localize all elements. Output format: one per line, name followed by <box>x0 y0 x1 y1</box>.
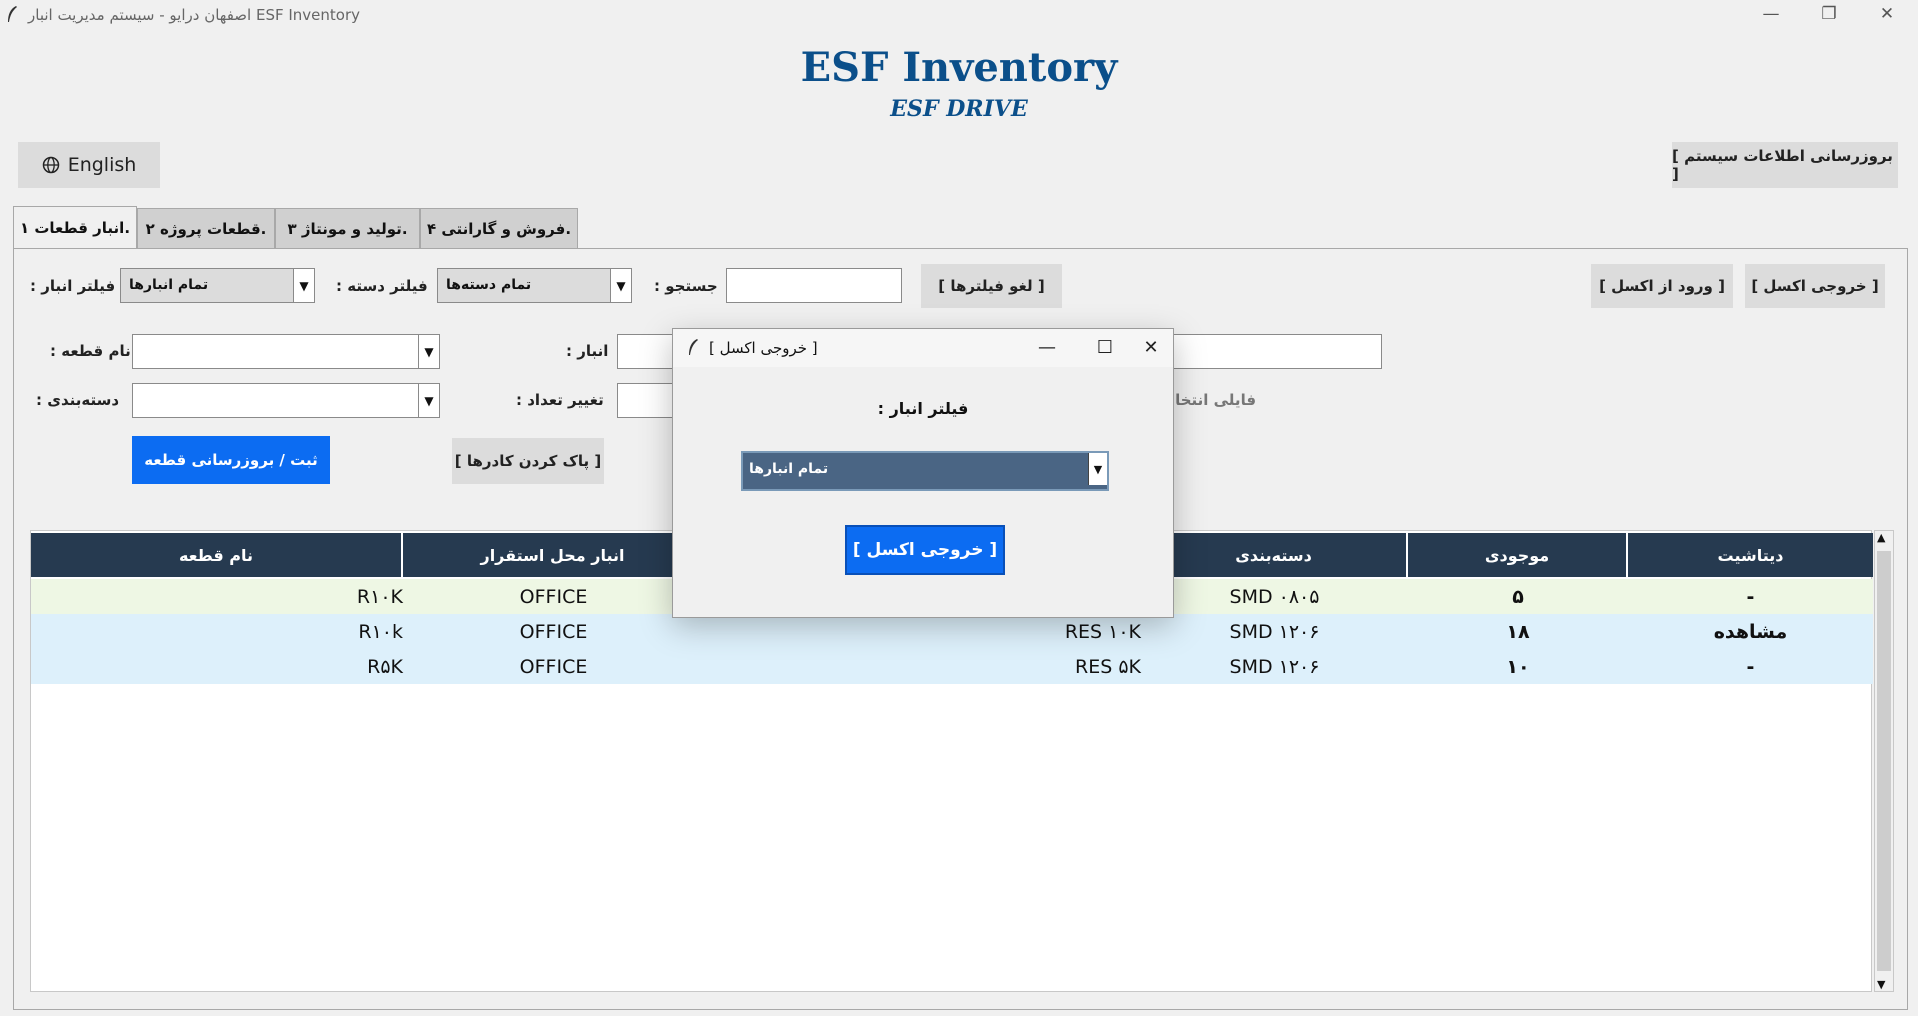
column-header-part-name[interactable]: نام قطعه <box>31 533 403 577</box>
category-filter-combo[interactable]: تمام دسته‌ها ▼ <box>437 268 632 303</box>
file-hint: فایلی انتخاب <box>1160 391 1257 409</box>
datasheet-path-input[interactable] <box>1160 334 1382 369</box>
scroll-up-icon[interactable]: ▲ <box>1877 531 1885 544</box>
part-name-label: : نام قطعه <box>50 342 131 360</box>
cell-name: R۱۰K <box>356 585 403 608</box>
cell-warehouse: OFFICE <box>519 620 588 643</box>
export-excel-dialog: [ خروجی اکسل ] — ☐ ✕ : فیلتر انبار تمام … <box>672 328 1174 618</box>
language-button[interactable]: English <box>18 142 160 188</box>
table-row[interactable]: R۵K OFFICE RES ۵K SMD ۱۲۰۶ ۱۰ - <box>31 649 1873 684</box>
warehouse-filter-combo[interactable]: تمام انبارها ▼ <box>120 268 315 303</box>
column-header-stock[interactable]: موجودی <box>1408 533 1628 577</box>
app-subtitle: ESF DRIVE <box>890 96 1028 122</box>
tab-parts-warehouse[interactable]: انبار قطعات ۱. <box>13 206 137 248</box>
dialog-minimize-button[interactable]: — <box>1027 333 1067 363</box>
dialog-warehouse-value: تمام انبارها <box>749 461 829 477</box>
category-combo[interactable]: ▼ <box>132 383 440 418</box>
chevron-down-icon[interactable]: ▼ <box>418 335 439 368</box>
cell-warehouse: OFFICE <box>519 655 588 678</box>
cell-datasheet[interactable]: - <box>1628 649 1873 684</box>
scroll-down-icon[interactable]: ▼ <box>1877 978 1885 991</box>
cell-stock: ۱۸ <box>1506 620 1530 643</box>
warehouse-filter-value: تمام انبارها <box>129 277 209 293</box>
dialog-close-button[interactable]: ✕ <box>1131 333 1171 363</box>
scroll-thumb[interactable] <box>1877 551 1891 971</box>
tab-project-parts[interactable]: قطعات پروژه ۲. <box>137 208 275 248</box>
close-button[interactable]: ✕ <box>1858 0 1916 30</box>
cell-category: SMD ۱۲۰۶ <box>1229 655 1320 678</box>
clear-filters-button[interactable]: [ لغو فیلترها ] <box>921 264 1062 308</box>
save-update-part-button[interactable]: ثبت / بروزرسانی قطعه <box>132 436 330 484</box>
globe-icon <box>42 156 59 174</box>
table-row[interactable]: R۱۰k OFFICE RES ۱۰K SMD ۱۲۰۶ ۱۸ مشاهده <box>31 614 1873 649</box>
warehouse-filter-label: : فیلتر انبار <box>30 277 116 295</box>
clear-fields-button[interactable]: [ پاک کردن کادرها ] <box>452 438 604 484</box>
warehouse-label: : انبار <box>566 342 609 360</box>
language-button-label: English <box>67 154 137 176</box>
import-excel-button[interactable]: [ ورود از اکسل ] <box>1591 264 1733 308</box>
app-title: ESF Inventory <box>800 44 1118 91</box>
window-title: اصفهان درایو - سیستم مدیریت انبار ESF In… <box>28 6 361 24</box>
cell-stock: ۵ <box>1512 585 1524 608</box>
chevron-down-icon[interactable]: ▼ <box>293 269 314 302</box>
chevron-down-icon[interactable]: ▼ <box>610 269 631 302</box>
search-label: : جستجو <box>654 277 718 295</box>
cell-stock: ۱۰ <box>1506 655 1530 678</box>
cell-category: SMD ۰۸۰۵ <box>1229 585 1320 608</box>
cell-datasheet[interactable]: مشاهده <box>1628 614 1873 649</box>
search-input[interactable] <box>726 268 902 303</box>
restore-button[interactable]: ❐ <box>1800 0 1858 30</box>
warehouse-input[interactable] <box>617 334 677 369</box>
tab-sales-warranty[interactable]: فروش و گارانتی ۴. <box>420 208 578 248</box>
cell-desc: RES ۱۰K <box>1064 620 1141 643</box>
dialog-warehouse-combo[interactable]: تمام انبارها ▼ <box>741 451 1109 491</box>
chevron-down-icon[interactable]: ▼ <box>1088 453 1107 485</box>
part-name-combo[interactable]: ▼ <box>132 334 440 369</box>
column-header-warehouse[interactable]: انبار محل استقرار <box>403 533 704 577</box>
qty-change-label: : تغییر تعداد <box>516 391 604 409</box>
feather-icon <box>689 339 698 355</box>
dialog-title: [ خروجی اکسل ] <box>709 339 818 357</box>
table-scrollbar[interactable]: ▲ ▼ <box>1874 530 1894 992</box>
dialog-titlebar: [ خروجی اکسل ] — ☐ ✕ <box>673 329 1173 367</box>
cell-name: R۵K <box>367 655 403 678</box>
cell-name: R۱۰k <box>358 620 403 643</box>
window-titlebar: اصفهان درایو - سیستم مدیریت انبار ESF In… <box>0 0 1918 30</box>
category-label: : دسته‌بندی <box>36 391 120 409</box>
category-filter-value: تمام دسته‌ها <box>446 277 532 293</box>
dialog-warehouse-filter-label: : فیلتر انبار <box>877 399 969 418</box>
cell-desc: RES ۵K <box>1075 655 1141 678</box>
feather-icon <box>8 6 17 22</box>
refresh-system-button[interactable]: [ بروزرسانی اطلاعات سیستم ] <box>1672 142 1898 188</box>
dialog-maximize-button[interactable]: ☐ <box>1085 333 1125 363</box>
dialog-export-excel-button[interactable]: [ خروجی اکسل ] <box>845 525 1005 575</box>
chevron-down-icon[interactable]: ▼ <box>418 384 439 417</box>
tab-production-assembly[interactable]: تولید و مونتاژ ۳. <box>275 208 420 248</box>
minimize-button[interactable]: — <box>1742 0 1800 30</box>
export-excel-button[interactable]: [ خروجی اکسل ] <box>1745 264 1885 308</box>
column-header-category[interactable]: دسته‌بندی <box>1141 533 1408 577</box>
cell-category: SMD ۱۲۰۶ <box>1229 620 1320 643</box>
column-header-datasheet[interactable]: دیتاشیت <box>1628 533 1873 577</box>
cell-warehouse: OFFICE <box>519 585 588 608</box>
qty-change-input[interactable] <box>617 383 677 418</box>
category-filter-label: : فیلتر دسته <box>336 277 428 295</box>
cell-datasheet[interactable]: - <box>1628 579 1873 614</box>
